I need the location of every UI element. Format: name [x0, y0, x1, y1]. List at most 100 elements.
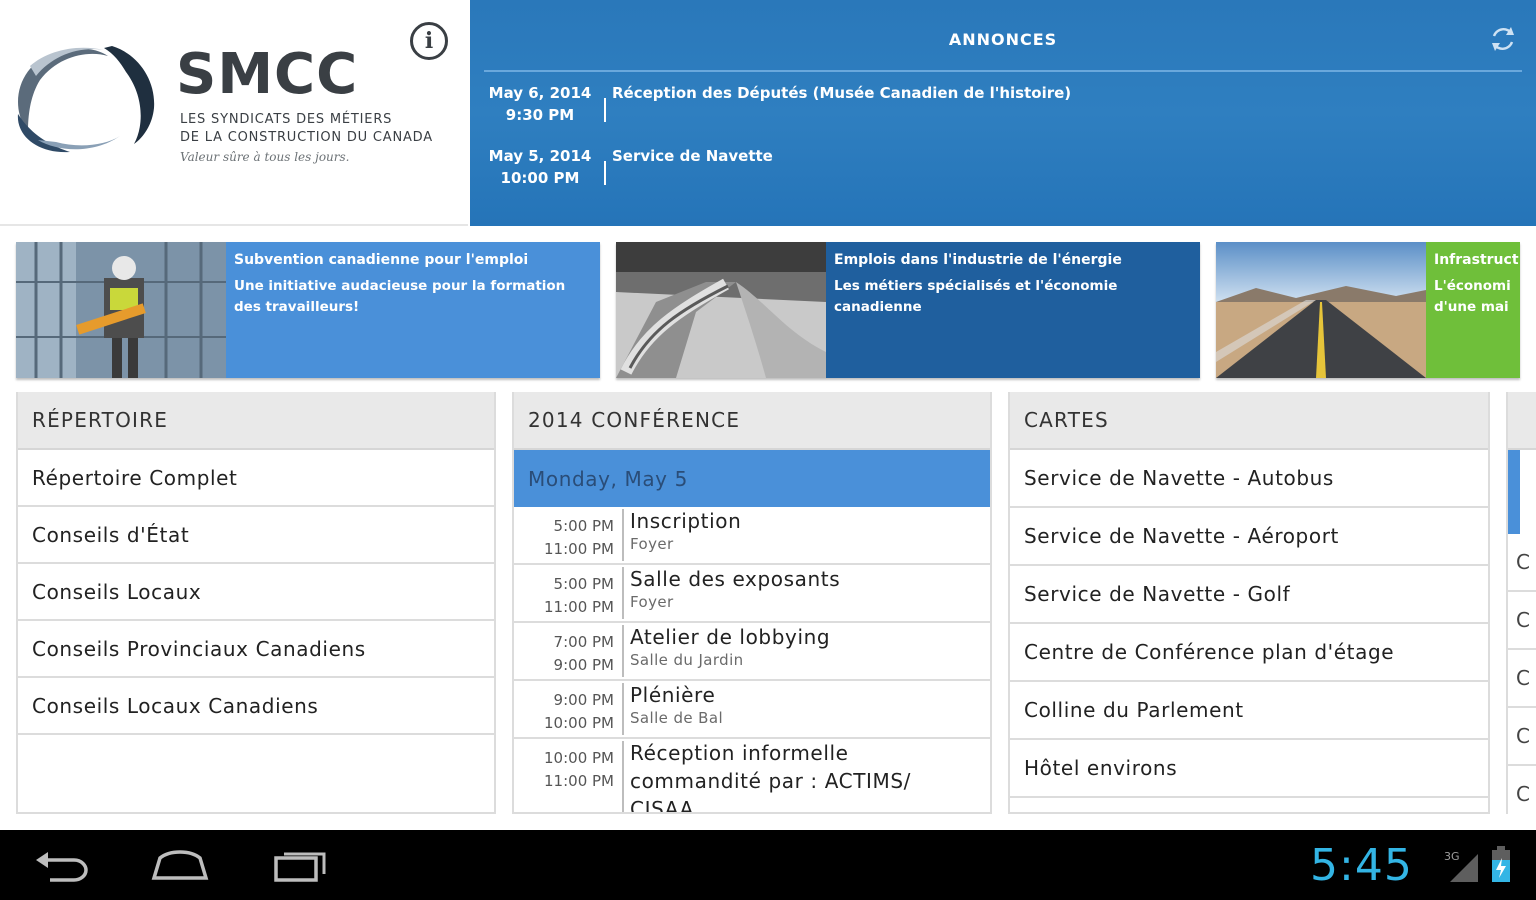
smcc-logo-icon	[17, 46, 155, 153]
map-item[interactable]: Service de Navette - Golf	[1010, 566, 1488, 624]
map-item[interactable]: Colline du Parlement	[1010, 682, 1488, 740]
directory-item[interactable]: Conseils Locaux	[18, 564, 494, 621]
conference-event[interactable]: 5:00 PM 11:00 PM Inscription Foyer	[514, 507, 990, 565]
banner-body: Subvention canadienne pour l'emploi Une …	[226, 242, 600, 378]
banner-body: Infrastruct L'économi d'une mai	[1426, 242, 1520, 378]
conference-title: 2014 CONFÉRENCE	[514, 392, 990, 450]
conference-day-header[interactable]: Monday, May 5	[514, 450, 990, 507]
event-separator	[622, 741, 624, 812]
announcement-time-text: 10:00 PM	[500, 169, 580, 187]
event-end-time: 10:00 PM	[544, 714, 614, 732]
banner-card-infrastructure[interactable]: Infrastruct L'économi d'une mai	[1216, 242, 1520, 378]
home-icon[interactable]	[150, 844, 210, 884]
directory-panel: RÉPERTOIRE Répertoire Complet Conseils d…	[16, 392, 496, 814]
event-separator	[622, 625, 624, 677]
event-start-time: 5:00 PM	[553, 575, 614, 593]
partial-panel-item[interactable]: C	[1508, 766, 1536, 814]
event-end-time: 11:00 PM	[544, 772, 614, 790]
maps-title: CARTES	[1010, 392, 1488, 450]
conference-event[interactable]: 10:00 PM 11:00 PM Réception informelle c…	[514, 739, 990, 814]
event-name: Atelier de lobbying	[630, 625, 831, 649]
banner-card-energy-jobs[interactable]: Emplois dans l'industrie de l'énergie Le…	[616, 242, 1200, 378]
maps-panel: CARTES Service de Navette - Autobus Serv…	[1008, 392, 1490, 814]
event-location: Foyer	[630, 535, 674, 553]
status-clock: 5:45	[1310, 840, 1413, 891]
banner-description: L'économi d'une mai	[1434, 278, 1511, 315]
announcement-item[interactable]: May 5, 2014 10:00 PM Service de Navette	[484, 145, 1522, 199]
announcement-separator	[604, 161, 606, 185]
partial-panel-item[interactable]: C	[1508, 708, 1536, 766]
event-start-time: 7:00 PM	[553, 633, 614, 651]
logo-title: SMCC	[176, 42, 359, 107]
announcements-title: ANNONCES	[948, 30, 1058, 49]
announcement-separator	[604, 98, 606, 122]
event-start-time: 9:00 PM	[553, 691, 614, 709]
network-type-label: 3G	[1444, 850, 1460, 863]
banner-carousel: Subvention canadienne pour l'emploi Une …	[0, 226, 1536, 392]
partial-panel-header	[1508, 392, 1536, 450]
announcement-date-text: May 5, 2014	[488, 147, 592, 165]
worker-photo-image	[16, 242, 226, 378]
banner-body: Emplois dans l'industrie de l'énergie Le…	[826, 242, 1200, 378]
announcement-time-text: 9:30 PM	[505, 106, 575, 124]
partial-panel: C C C C C	[1506, 392, 1536, 814]
event-location: Foyer	[630, 593, 674, 611]
conference-panel: 2014 CONFÉRENCE Monday, May 5 5:00 PM 11…	[512, 392, 992, 814]
directory-item[interactable]: Répertoire Complet	[18, 450, 494, 507]
event-location: Salle de Bal	[630, 709, 724, 727]
announcements-panel: ANNONCES May 6, 2014 9:30 PM Réception d…	[470, 0, 1536, 226]
map-item[interactable]: Centre de Conférence plan d'étage	[1010, 624, 1488, 682]
announcement-date: May 6, 2014 9:30 PM	[484, 82, 596, 126]
signal-icon: 3G	[1444, 850, 1478, 882]
conference-event[interactable]: 5:00 PM 11:00 PM Salle des exposants Foy…	[514, 565, 990, 623]
event-name: Inscription	[630, 509, 742, 533]
map-item[interactable]: Hôtel environs	[1010, 740, 1488, 798]
event-name: Salle des exposants	[630, 567, 841, 591]
announcement-item[interactable]: May 6, 2014 9:30 PM Réception des Député…	[484, 82, 1522, 136]
event-start-time: 10:00 PM	[544, 749, 614, 767]
event-separator	[622, 567, 624, 619]
partial-panel-item[interactable]: C	[1508, 650, 1536, 708]
event-time: 9:00 PM 10:00 PM	[514, 689, 614, 735]
system-navigation-bar: 5:45 3G	[0, 830, 1536, 900]
map-item[interactable]: Service de Navette - Aéroport	[1010, 508, 1488, 566]
recent-apps-icon[interactable]	[272, 844, 332, 884]
directory-title: RÉPERTOIRE	[18, 392, 494, 450]
directory-item[interactable]: Conseils d'État	[18, 507, 494, 564]
battery-icon	[1492, 846, 1510, 882]
refresh-icon[interactable]	[1488, 24, 1518, 54]
banner-description: Les métiers spécialisés et l'économie ca…	[834, 278, 1118, 315]
conference-event[interactable]: 9:00 PM 10:00 PM Plénière Salle de Bal	[514, 681, 990, 739]
info-button[interactable]: i	[410, 22, 448, 60]
logo-header: SMCC LES SYNDICATS DES MÉTIERS DE LA CON…	[0, 0, 468, 226]
directory-item[interactable]: Conseils Locaux Canadiens	[18, 678, 494, 735]
event-name: Plénière	[630, 683, 716, 707]
partial-panel-item[interactable]: C	[1508, 592, 1536, 650]
announcement-text: Réception des Députés (Musée Canadien de…	[612, 84, 1072, 102]
back-icon[interactable]	[30, 844, 90, 884]
event-time: 5:00 PM 11:00 PM	[514, 515, 614, 561]
map-item[interactable]: Service de Navette - Autobus	[1010, 450, 1488, 508]
event-time: 7:00 PM 9:00 PM	[514, 631, 614, 677]
logo-subtitle-line2: DE LA CONSTRUCTION DU CANADA	[180, 130, 433, 145]
logo-tagline: Valeur sûre à tous les jours.	[180, 150, 350, 164]
announcements-divider	[484, 70, 1522, 72]
directory-item[interactable]: Conseils Provinciaux Canadiens	[18, 621, 494, 678]
banner-card-job-grant[interactable]: Subvention canadienne pour l'emploi Une …	[16, 242, 600, 378]
event-end-time: 11:00 PM	[544, 598, 614, 616]
partial-panel-highlight[interactable]	[1508, 450, 1536, 534]
event-separator	[622, 683, 624, 735]
app-screen: SMCC LES SYNDICATS DES MÉTIERS DE LA CON…	[0, 0, 1536, 830]
event-end-time: 9:00 PM	[553, 656, 614, 674]
event-name: Réception informelle commandité par : AC…	[630, 741, 912, 814]
announcement-date: May 5, 2014 10:00 PM	[484, 145, 596, 189]
road-photo-image	[1216, 242, 1426, 378]
announcement-text: Service de Navette	[612, 147, 773, 165]
banner-title: Infrastruct	[1434, 252, 1519, 268]
banner-description: Une initiative audacieuse pour la format…	[234, 278, 566, 315]
event-end-time: 11:00 PM	[544, 540, 614, 558]
announcement-date-text: May 6, 2014	[488, 84, 592, 102]
partial-panel-item[interactable]: C	[1508, 534, 1536, 592]
banner-title: Emplois dans l'industrie de l'énergie	[834, 252, 1122, 268]
conference-event[interactable]: 7:00 PM 9:00 PM Atelier de lobbying Sall…	[514, 623, 990, 681]
